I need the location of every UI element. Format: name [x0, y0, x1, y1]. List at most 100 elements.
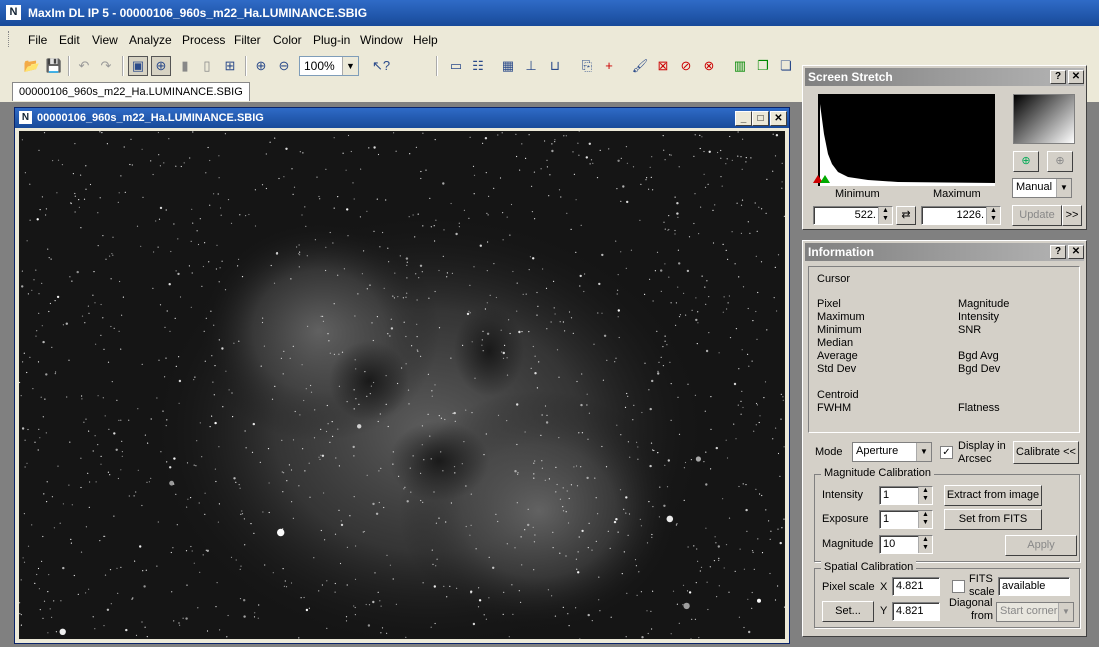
information-title: Information	[808, 245, 874, 259]
minimum-value: 522.	[854, 209, 876, 221]
update-button[interactable]: Update	[1012, 205, 1062, 226]
maximum-field[interactable]: 1226. ▲ ▼	[921, 206, 1001, 225]
bar-chart-icon[interactable]: ▥	[730, 56, 750, 76]
minimum-stepper[interactable]: ▲ ▼	[878, 207, 892, 224]
menu-window[interactable]: Window	[360, 33, 403, 47]
info-left-label: Minimum	[817, 324, 862, 336]
help-button[interactable]: ?	[1050, 70, 1066, 84]
chevron-down-icon[interactable]: ▼	[916, 443, 931, 461]
menu-help[interactable]: Help	[413, 33, 438, 47]
screen-stretch-title-bar[interactable]: Screen Stretch ? ✕	[805, 68, 1084, 86]
zoom-in-icon[interactable]: ⊕	[251, 56, 271, 76]
chevron-down-icon[interactable]: ▼	[1058, 603, 1073, 621]
zoom-in-icon[interactable]: ⊕	[1013, 151, 1039, 172]
swap-icon[interactable]: ⇄	[896, 206, 916, 225]
menu-color[interactable]: Color	[273, 33, 302, 47]
no-sign-icon[interactable]: ⊘	[676, 56, 696, 76]
minimize-button[interactable]: _	[735, 111, 752, 126]
redo-icon[interactable]: ↷	[96, 56, 116, 76]
windows-icon[interactable]: ❐	[753, 56, 773, 76]
menu-grip	[8, 31, 12, 47]
undo-icon[interactable]: ↶	[74, 56, 94, 76]
zoom-out-icon[interactable]: ⊖	[274, 56, 294, 76]
save-icon[interactable]: 💾	[44, 56, 64, 76]
calc-icon[interactable]: ▦	[498, 56, 518, 76]
select-icon[interactable]: ▣	[128, 56, 148, 76]
intensity-stepper[interactable]: ▲ ▼	[918, 487, 932, 504]
toolbar-separator	[68, 56, 70, 76]
magnitude-field[interactable]: 10 ▲ ▼	[879, 535, 933, 554]
astro-image-canvas[interactable]	[19, 131, 785, 639]
menu-view[interactable]: View	[92, 33, 118, 47]
menu-process[interactable]: Process	[182, 33, 225, 47]
exposure-stepper[interactable]: ▲ ▼	[918, 511, 932, 528]
crosshair-icon[interactable]: ⊕	[151, 56, 171, 76]
menu-bar: File Edit View Analyze Process Filter Co…	[0, 26, 1099, 53]
fits-label: FITS	[969, 573, 993, 585]
image-window[interactable]: N 00000106_960s_m22_Ha.LUMINANCE.SBIG _ …	[14, 107, 790, 644]
zoom-out-icon[interactable]: ⊕	[1047, 151, 1073, 172]
information-title-bar[interactable]: Information ? ✕	[805, 243, 1084, 261]
zoom-combo[interactable]: 100% ▼	[299, 56, 359, 76]
chevron-down-icon[interactable]: ▼	[1056, 179, 1071, 197]
stretch-mode-select[interactable]: Manual ▼	[1012, 178, 1072, 198]
close-button[interactable]: ✕	[1068, 70, 1084, 84]
levels-icon[interactable]: ⊥	[521, 56, 541, 76]
ruler-icon[interactable]: ▭	[446, 56, 466, 76]
expand-button[interactable]: >>	[1062, 205, 1082, 226]
stack-icon[interactable]: ☷	[468, 56, 488, 76]
brush-icon[interactable]: 🖌	[630, 56, 650, 76]
pixel-scale-y-field[interactable]: 4.821	[892, 602, 940, 621]
magnitude-stepper[interactable]: ▲ ▼	[918, 536, 932, 553]
close-button[interactable]: ✕	[1068, 245, 1084, 259]
menu-analyze[interactable]: Analyze	[129, 33, 172, 47]
set-from-fits-button[interactable]: Set from FITS	[944, 509, 1042, 530]
copy-icon[interactable]: ⎘	[577, 56, 597, 76]
lock-icon[interactable]: ▯	[197, 56, 217, 76]
minimum-field[interactable]: 522. ▲ ▼	[813, 206, 893, 225]
image-window-title-bar[interactable]: N 00000106_960s_m22_Ha.LUMINANCE.SBIG _ …	[15, 108, 789, 128]
grid-icon[interactable]: ⊞	[220, 56, 240, 76]
exposure-field[interactable]: 1 ▲ ▼	[879, 510, 933, 529]
extract-from-image-button[interactable]: Extract from image	[944, 485, 1042, 506]
fits-available-value: available	[1002, 580, 1046, 592]
help-button[interactable]: ?	[1050, 245, 1066, 259]
pixel-scale-x-field[interactable]: 4.821	[892, 577, 940, 596]
open-icon[interactable]: 📂	[22, 56, 42, 76]
display-arcsec-checkbox[interactable]: ✓	[940, 446, 953, 459]
measure-icon[interactable]: ⊔	[545, 56, 565, 76]
cascade-icon[interactable]: ❏	[776, 56, 796, 76]
add-icon[interactable]: +	[599, 56, 619, 76]
fits-scale-checkbox[interactable]	[952, 580, 965, 593]
chevron-down-icon[interactable]: ▼	[342, 57, 358, 75]
histogram[interactable]	[818, 94, 995, 186]
stop-icon[interactable]: ⊗	[699, 56, 719, 76]
menu-file[interactable]: File	[28, 33, 47, 47]
close-button[interactable]: ✕	[770, 111, 787, 126]
intensity-field[interactable]: 1 ▲ ▼	[879, 486, 933, 505]
apply-button[interactable]: Apply	[1005, 535, 1077, 556]
calibrate-button[interactable]: Calibrate <<	[1013, 441, 1079, 464]
start-corner-select[interactable]: Start corner ▼	[996, 602, 1074, 622]
menu-plugin[interactable]: Plug-in	[313, 33, 350, 47]
y-label: Y	[880, 605, 888, 617]
stamp-icon[interactable]: ▮	[175, 56, 195, 76]
target-icon[interactable]: ⊠	[653, 56, 673, 76]
info-right-label: Intensity	[958, 311, 999, 323]
set-button[interactable]: Set...	[822, 601, 874, 622]
help-cursor-icon[interactable]: ↖?	[371, 56, 391, 76]
diagonal-label: Diagonal	[949, 597, 993, 609]
intensity-value: 1	[883, 489, 890, 501]
start-corner-value: Start corner	[1000, 605, 1058, 617]
exposure-value: 1	[883, 513, 890, 525]
menu-edit[interactable]: Edit	[59, 33, 80, 47]
arcsec-label: Arcsec	[958, 453, 992, 465]
max-marker-icon[interactable]	[820, 175, 830, 183]
stretch-mode-value: Manual	[1016, 181, 1053, 193]
info-left-label: Average	[817, 350, 858, 362]
maximum-stepper[interactable]: ▲ ▼	[986, 207, 1000, 224]
tab-document[interactable]: 00000106_960s_m22_Ha.LUMINANCE.SBIG	[12, 82, 250, 101]
menu-filter[interactable]: Filter	[234, 33, 261, 47]
mode-select[interactable]: Aperture ▼	[852, 442, 932, 462]
maximize-button[interactable]: □	[752, 111, 769, 126]
